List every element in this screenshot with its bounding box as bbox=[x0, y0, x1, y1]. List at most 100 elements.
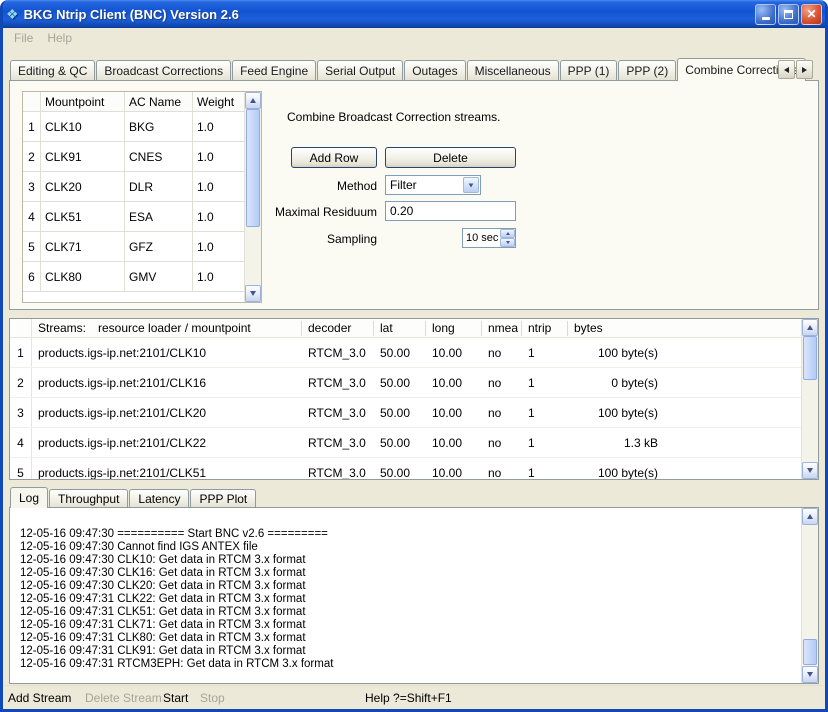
row-number: 4 bbox=[10, 428, 32, 457]
start-action[interactable]: Start bbox=[163, 691, 188, 705]
nmea-cell: no bbox=[482, 406, 522, 420]
close-icon: ✕ bbox=[806, 7, 816, 21]
tab-log[interactable]: Log bbox=[10, 487, 48, 508]
streams-scrollbar bbox=[801, 319, 818, 479]
scroll-up-button[interactable] bbox=[802, 319, 818, 336]
delete-button[interactable]: Delete bbox=[385, 147, 516, 168]
scrollbar-thumb[interactable] bbox=[803, 639, 817, 665]
resource-cell: products.igs-ip.net:2101/CLK22 bbox=[32, 436, 302, 450]
nmea-cell: no bbox=[482, 376, 522, 390]
tab-ppp-1[interactable]: PPP (1) bbox=[560, 60, 618, 80]
tab-scroll-left-button[interactable] bbox=[778, 60, 795, 79]
weight-cell[interactable]: 1.0 bbox=[193, 142, 244, 171]
chevron-left-icon bbox=[784, 67, 789, 73]
ntrip-cell: 1 bbox=[522, 436, 568, 450]
chevron-right-icon bbox=[802, 67, 807, 73]
scrollbar-track[interactable] bbox=[802, 336, 818, 462]
decoder-cell: RTCM_3.0 bbox=[302, 346, 374, 360]
maximize-icon bbox=[784, 10, 793, 19]
decoder-cell: RTCM_3.0 bbox=[302, 436, 374, 450]
scroll-down-button[interactable] bbox=[245, 285, 261, 302]
tab-scroll-right-button[interactable] bbox=[796, 60, 813, 79]
nmea-cell: no bbox=[482, 466, 522, 480]
lat-cell: 50.00 bbox=[374, 346, 426, 360]
streams-table-header: Streams: resource loader / mountpoint de… bbox=[10, 319, 801, 338]
ac-name-cell[interactable]: CNES bbox=[125, 142, 193, 171]
streams-table-body: Streams: resource loader / mountpoint de… bbox=[10, 319, 801, 479]
tab-editing-qc[interactable]: Editing & QC bbox=[10, 60, 95, 80]
tab-miscellaneous[interactable]: Miscellaneous bbox=[467, 60, 559, 80]
log-line: 12-05-16 09:47:30 Cannot find IGS ANTEX … bbox=[20, 541, 801, 554]
tab-outages[interactable]: Outages bbox=[404, 60, 465, 80]
mountpoint-cell[interactable]: CLK80 bbox=[41, 262, 125, 291]
add-stream-action[interactable]: Add Stream bbox=[8, 691, 71, 705]
tab-broadcast-corrections[interactable]: Broadcast Corrections bbox=[96, 60, 231, 80]
sampling-spinner[interactable]: 10 sec bbox=[462, 228, 516, 248]
decoder-cell: RTCM_3.0 bbox=[302, 466, 374, 480]
stream-row[interactable]: 2 products.igs-ip.net:2101/CLK16 RTCM_3.… bbox=[10, 368, 801, 398]
mountpoint-cell[interactable]: CLK91 bbox=[41, 142, 125, 171]
scrollbar-thumb[interactable] bbox=[803, 336, 817, 380]
minimize-button[interactable] bbox=[755, 4, 776, 25]
long-cell: 10.00 bbox=[426, 466, 482, 480]
lat-cell: 50.00 bbox=[374, 466, 426, 480]
tab-latency[interactable]: Latency bbox=[129, 489, 189, 507]
lat-cell: 50.00 bbox=[374, 436, 426, 450]
scroll-up-button[interactable] bbox=[802, 508, 818, 525]
log-line: 12-05-16 09:47:31 CLK51: Get data in RTC… bbox=[20, 606, 801, 619]
weight-cell[interactable]: 1.0 bbox=[193, 112, 244, 141]
table-row[interactable]: 6 CLK80 GMV 1.0 bbox=[23, 262, 244, 292]
table-row[interactable]: 1 CLK10 BKG 1.0 bbox=[23, 112, 244, 142]
arrow-up-icon bbox=[807, 325, 813, 330]
row-number: 2 bbox=[23, 142, 41, 171]
delete-stream-action[interactable]: Delete Stream bbox=[85, 691, 162, 705]
col-lat: lat bbox=[374, 321, 426, 336]
log-panel: 12-05-16 09:47:30 ========== Start BNC v… bbox=[9, 507, 819, 684]
col-weight: Weight bbox=[193, 92, 244, 111]
spin-up-button[interactable] bbox=[500, 229, 515, 238]
menu-help[interactable]: Help bbox=[40, 29, 79, 47]
log-line: 12-05-16 09:47:31 RTCM3EPH: Get data in … bbox=[20, 658, 801, 671]
log-line: 12-05-16 09:47:30 CLK16: Get data in RTC… bbox=[20, 567, 801, 580]
tab-ppp-plot[interactable]: PPP Plot bbox=[190, 489, 256, 507]
col-decoder: decoder bbox=[302, 321, 374, 336]
add-row-button[interactable]: Add Row bbox=[291, 147, 377, 168]
tab-ppp-2[interactable]: PPP (2) bbox=[618, 60, 676, 80]
maximize-button[interactable] bbox=[778, 4, 799, 25]
tab-serial-output[interactable]: Serial Output bbox=[317, 60, 403, 80]
scroll-down-button[interactable] bbox=[802, 666, 818, 683]
ac-name-cell[interactable]: BKG bbox=[125, 112, 193, 141]
residuum-label: Maximal Residuum bbox=[10, 205, 377, 219]
col-ac-name: AC Name bbox=[125, 92, 193, 111]
stream-row[interactable]: 3 products.igs-ip.net:2101/CLK20 RTCM_3.… bbox=[10, 398, 801, 428]
statusbar: Add Stream Delete Stream Start Stop Help… bbox=[3, 685, 825, 709]
spin-down-button[interactable] bbox=[500, 238, 515, 247]
stream-row[interactable]: 4 products.igs-ip.net:2101/CLK22 RTCM_3.… bbox=[10, 428, 801, 458]
tab-feed-engine[interactable]: Feed Engine bbox=[232, 60, 316, 80]
weight-cell[interactable]: 1.0 bbox=[193, 262, 244, 291]
tab-throughput[interactable]: Throughput bbox=[49, 489, 128, 507]
bytes-cell: 0 byte(s) bbox=[568, 376, 801, 390]
ac-name-cell[interactable]: GMV bbox=[125, 262, 193, 291]
menu-file[interactable]: File bbox=[7, 29, 40, 47]
table-row[interactable]: 2 CLK91 CNES 1.0 bbox=[23, 142, 244, 172]
arrow-up-icon bbox=[807, 514, 813, 519]
scrollbar-track[interactable] bbox=[802, 525, 818, 666]
stream-row[interactable]: 5 products.igs-ip.net:2101/CLK51 RTCM_3.… bbox=[10, 458, 801, 479]
long-cell: 10.00 bbox=[426, 346, 482, 360]
combo-dropdown-button[interactable] bbox=[463, 177, 479, 193]
row-number: 2 bbox=[10, 368, 32, 397]
bytes-cell: 100 byte(s) bbox=[568, 346, 801, 360]
scroll-down-button[interactable] bbox=[802, 462, 818, 479]
scrollbar-track[interactable] bbox=[245, 109, 261, 285]
combination-table: Mountpoint AC Name Weight 1 CLK10 BKG 1.… bbox=[22, 91, 262, 303]
method-select[interactable]: Filter bbox=[385, 175, 481, 195]
residuum-input[interactable] bbox=[385, 201, 516, 221]
mountpoint-cell[interactable]: CLK10 bbox=[41, 112, 125, 141]
scroll-up-button[interactable] bbox=[245, 92, 261, 109]
sampling-label: Sampling bbox=[10, 232, 377, 246]
close-button[interactable]: ✕ bbox=[801, 4, 822, 25]
stop-action[interactable]: Stop bbox=[200, 691, 225, 705]
stream-row[interactable]: 1 products.igs-ip.net:2101/CLK10 RTCM_3.… bbox=[10, 338, 801, 368]
arrow-down-icon bbox=[250, 291, 256, 296]
